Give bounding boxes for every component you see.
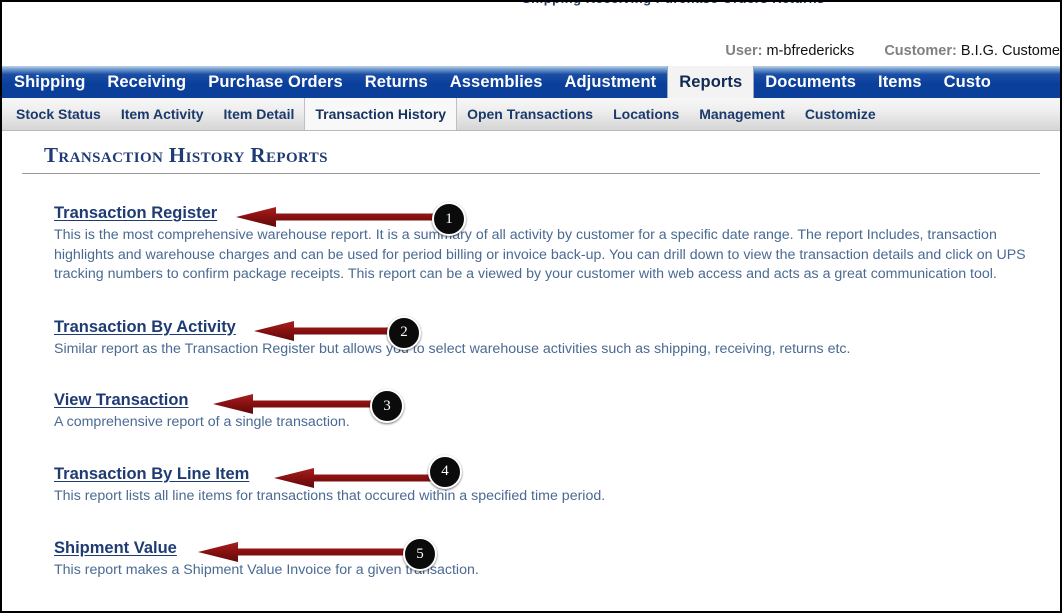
nav-item-reports[interactable]: Reports — [667, 66, 755, 98]
report-description: A comprehensive report of a single trans… — [54, 414, 350, 430]
header-bar: User: m-bfredericks Customer: B.I.G. Cus… — [2, 16, 1060, 66]
page-title: Transaction History Reports — [44, 143, 328, 167]
session-info: User: m-bfredericks Customer: B.I.G. Cus… — [725, 43, 1060, 59]
callout-arrow-1 — [232, 206, 442, 228]
subnav-item-locations[interactable]: Locations — [603, 98, 689, 130]
report-link-transaction-register[interactable]: Transaction Register — [54, 204, 217, 223]
top-cutoff-strip: Shipping Receiving Purchase Orders Retur… — [2, 2, 1060, 16]
nav-item-receiving[interactable]: Receiving — [96, 66, 197, 98]
subnav-item-item-activity[interactable]: Item Activity — [111, 98, 214, 130]
nav-item-returns[interactable]: Returns — [354, 66, 439, 98]
report-description: This report lists all line items for tra… — [54, 487, 606, 504]
report-list: Transaction Register This is the most co… — [2, 202, 1060, 581]
report-link-transaction-by-activity[interactable]: Transaction By Activity — [54, 318, 236, 337]
subnav-item-management[interactable]: Management — [689, 98, 795, 130]
user-value: m-bfredericks — [766, 43, 855, 59]
content-area: Transaction History Reports Transaction … — [2, 131, 1060, 611]
report-link-transaction-by-line-item[interactable]: Transaction By Line Item — [54, 465, 249, 484]
subnav-item-stock-status[interactable]: Stock Status — [2, 98, 111, 130]
report-description: This is the most comprehensive warehouse… — [54, 227, 1026, 282]
subnav-item-open-transactions[interactable]: Open Transactions — [457, 98, 603, 130]
user-info-group: User: m-bfredericks — [725, 43, 858, 59]
callout-badge-1: 1 — [432, 202, 466, 236]
subnav-item-customize[interactable]: Customize — [795, 98, 886, 130]
callout-arrow-5 — [194, 541, 409, 563]
nav-item-purchase-orders[interactable]: Purchase Orders — [197, 66, 353, 98]
title-divider — [22, 173, 1040, 174]
report-link-view-transaction[interactable]: View Transaction — [54, 391, 189, 410]
main-navigation: Shipping Receiving Purchase Orders Retur… — [2, 66, 1060, 98]
nav-item-adjustment[interactable]: Adjustment — [553, 66, 667, 98]
callout-badge-5: 5 — [403, 537, 437, 571]
nav-item-documents[interactable]: Documents — [754, 66, 867, 98]
report-item: Transaction Register This is the most co… — [54, 202, 1060, 285]
callout-badge-3: 3 — [370, 389, 404, 423]
customer-label: Customer: — [884, 43, 957, 59]
report-item: View Transaction A comprehensive report … — [54, 389, 1060, 433]
callout-badge-4: 4 — [428, 454, 462, 489]
report-item: Transaction By Activity Similar report a… — [54, 315, 1060, 360]
nav-item-shipping[interactable]: Shipping — [2, 66, 96, 98]
callout-arrow-3 — [209, 393, 379, 415]
report-description: Similar report as the Transaction Regist… — [54, 340, 851, 357]
report-description: This report makes a Shipment Value Invoi… — [54, 562, 479, 578]
nav-item-items[interactable]: Items — [867, 66, 933, 98]
sub-navigation: Stock Status Item Activity Item Detail T… — [2, 98, 1060, 131]
nav-item-customers[interactable]: Custo — [933, 66, 1002, 98]
report-link-shipment-value[interactable]: Shipment Value — [54, 539, 177, 558]
nav-item-assemblies[interactable]: Assemblies — [439, 66, 554, 98]
application-window: Shipping Receiving Purchase Orders Retur… — [0, 0, 1062, 613]
report-item: Shipment Value This report makes a Shipm… — [54, 537, 1060, 581]
callout-badge-2: 2 — [387, 315, 421, 350]
subnav-item-transaction-history[interactable]: Transaction History — [304, 98, 458, 130]
user-label: User: — [725, 43, 763, 59]
subnav-item-item-detail[interactable]: Item Detail — [214, 98, 305, 130]
callout-arrow-2 — [250, 320, 410, 342]
report-item: Transaction By Line Item This report lis… — [54, 454, 1060, 507]
customer-value: B.I.G. Custome — [960, 43, 1060, 59]
callout-arrow-4 — [270, 467, 442, 489]
customer-info-group: Customer: B.I.G. Custome — [884, 43, 1060, 59]
top-cutoff-text: Shipping Receiving Purchase Orders Retur… — [522, 2, 825, 6]
